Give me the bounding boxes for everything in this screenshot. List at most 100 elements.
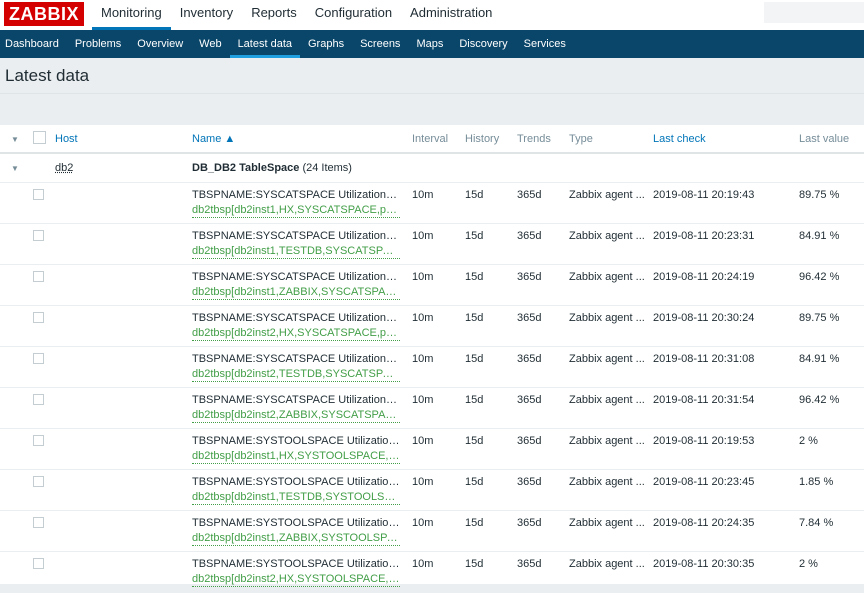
table-row: TBSPNAME:SYSCATSPACE Utilization on I...…	[0, 387, 864, 429]
table-row: TBSPNAME:SYSCATSPACE Utilization on I...…	[0, 305, 864, 347]
item-trends: 365d	[517, 435, 542, 447]
global-search-input[interactable]	[764, 2, 864, 23]
menu-reports[interactable]: Reports	[242, 0, 306, 30]
item-type: Zabbix agent ...	[569, 517, 645, 529]
row-checkbox[interactable]	[33, 312, 44, 323]
item-history: 15d	[465, 189, 484, 201]
item-key: db2tbsp[db2inst2,HX,SYSCATSPACE,pused]	[192, 327, 400, 341]
host-link[interactable]: db2	[55, 162, 73, 174]
item-trends: 365d	[517, 517, 542, 529]
table-header-row: ▼ Host Name ▲ Interval History Trends Ty…	[0, 125, 864, 154]
row-checkbox[interactable]	[33, 517, 44, 528]
menu-monitoring[interactable]: Monitoring	[92, 0, 171, 30]
row-checkbox[interactable]	[33, 435, 44, 446]
item-type: Zabbix agent ...	[569, 271, 645, 283]
table-row: TBSPNAME:SYSCATSPACE Utilization on I...…	[0, 223, 864, 265]
submenu-problems[interactable]: Problems	[67, 30, 129, 58]
select-all-checkbox[interactable]	[33, 130, 46, 144]
row-checkbox[interactable]	[33, 189, 44, 200]
item-key: db2tbsp[db2inst1,ZABBIX,SYSCATSPACE,...	[192, 286, 400, 300]
latest-data-table: ▼ Host Name ▲ Interval History Trends Ty…	[0, 125, 864, 593]
item-name[interactable]: TBSPNAME:SYSTOOLSPACE Utilization o...	[192, 435, 400, 447]
item-last-value: 96.42 %	[799, 271, 840, 283]
item-type: Zabbix agent ...	[569, 189, 645, 201]
item-interval: 10m	[412, 353, 434, 365]
item-trends: 365d	[517, 353, 542, 365]
item-type: Zabbix agent ...	[569, 558, 645, 570]
item-last-value: 84.91 %	[799, 230, 840, 242]
submenu-graphs[interactable]: Graphs	[300, 30, 352, 58]
item-last-value: 96.42 %	[799, 394, 840, 406]
item-last-check: 2019-08-11 20:24:19	[653, 271, 755, 283]
item-name[interactable]: TBSPNAME:SYSCATSPACE Utilization on I...	[192, 312, 400, 324]
item-name[interactable]: TBSPNAME:SYSCATSPACE Utilization on I...	[192, 271, 400, 283]
submenu-screens[interactable]: Screens	[352, 30, 408, 58]
item-type: Zabbix agent ...	[569, 312, 645, 324]
submenu-overview[interactable]: Overview	[129, 30, 191, 58]
top-bar: ZABBIX Monitoring Inventory Reports Conf…	[0, 0, 864, 30]
item-key: db2tbsp[db2inst1,TESTDB,SYSTOOLSPAC...	[192, 491, 400, 505]
row-checkbox[interactable]	[33, 394, 44, 405]
table-row: TBSPNAME:SYSCATSPACE Utilization on I...…	[0, 346, 864, 388]
item-last-check: 2019-08-11 20:31:08	[653, 353, 755, 365]
submenu-discovery[interactable]: Discovery	[451, 30, 515, 58]
item-interval: 10m	[412, 558, 434, 570]
submenu-services[interactable]: Services	[516, 30, 574, 58]
table-row: TBSPNAME:SYSCATSPACE Utilization on I...…	[0, 264, 864, 306]
column-type: Type	[569, 125, 653, 154]
item-last-check: 2019-08-11 20:24:35	[653, 517, 755, 529]
item-name[interactable]: TBSPNAME:SYSTOOLSPACE Utilization o...	[192, 476, 400, 488]
item-last-value: 89.75 %	[799, 312, 840, 324]
item-name[interactable]: TBSPNAME:SYSCATSPACE Utilization on I...	[192, 230, 400, 242]
column-trends: Trends	[517, 125, 569, 154]
row-checkbox[interactable]	[33, 476, 44, 487]
page-title: Latest data	[5, 66, 90, 85]
title-divider	[0, 93, 864, 94]
item-name[interactable]: TBSPNAME:SYSCATSPACE Utilization on I...	[192, 353, 400, 365]
item-key: db2tbsp[db2inst1,HX,SYSTOOLSPACE,pus...	[192, 450, 400, 464]
item-interval: 10m	[412, 517, 434, 529]
item-name[interactable]: TBSPNAME:SYSCATSPACE Utilization on I...	[192, 189, 400, 201]
row-checkbox[interactable]	[33, 558, 44, 569]
item-last-check: 2019-08-11 20:19:43	[653, 189, 755, 201]
item-name[interactable]: TBSPNAME:SYSCATSPACE Utilization on I...	[192, 394, 400, 406]
menu-administration[interactable]: Administration	[401, 0, 501, 30]
item-trends: 365d	[517, 476, 542, 488]
item-trends: 365d	[517, 394, 542, 406]
item-last-check: 2019-08-11 20:30:24	[653, 312, 755, 324]
submenu-maps[interactable]: Maps	[408, 30, 451, 58]
menu-inventory[interactable]: Inventory	[171, 0, 242, 30]
item-trends: 365d	[517, 189, 542, 201]
main-menu: Monitoring Inventory Reports Configurati…	[92, 0, 501, 30]
submenu-latest-data[interactable]: Latest data	[229, 30, 300, 58]
column-last-check[interactable]: Last check	[653, 125, 799, 154]
column-host[interactable]: Host	[55, 125, 192, 154]
submenu-web[interactable]: Web	[191, 30, 229, 58]
item-last-value: 7.84 %	[799, 517, 834, 529]
column-name[interactable]: Name ▲	[192, 125, 412, 154]
menu-configuration[interactable]: Configuration	[306, 0, 401, 30]
item-key: db2tbsp[db2inst1,TESTDB,SYSCATSPACE,...	[192, 245, 400, 259]
item-history: 15d	[465, 558, 484, 570]
item-last-check: 2019-08-11 20:23:31	[653, 230, 755, 242]
submenu-dashboard[interactable]: Dashboard	[0, 30, 67, 58]
item-name[interactable]: TBSPNAME:SYSTOOLSPACE Utilization o...	[192, 558, 400, 570]
row-checkbox[interactable]	[33, 230, 44, 241]
table-row: TBSPNAME:SYSTOOLSPACE Utilization o... db…	[0, 510, 864, 552]
column-interval: Interval	[412, 125, 465, 154]
column-last-value: Last value	[799, 125, 864, 154]
item-trends: 365d	[517, 558, 542, 570]
item-history: 15d	[465, 517, 484, 529]
collapse-all-icon[interactable]: ▼	[11, 135, 19, 144]
item-interval: 10m	[412, 394, 434, 406]
item-interval: 10m	[412, 230, 434, 242]
item-key: db2tbsp[db2inst2,ZABBIX,SYSCATSPACE,...	[192, 409, 400, 423]
zabbix-logo[interactable]: ZABBIX	[4, 2, 84, 26]
row-checkbox[interactable]	[33, 271, 44, 282]
row-checkbox[interactable]	[33, 353, 44, 364]
item-last-check: 2019-08-11 20:31:54	[653, 394, 755, 406]
item-trends: 365d	[517, 271, 542, 283]
item-name[interactable]: TBSPNAME:SYSTOOLSPACE Utilization o...	[192, 517, 400, 529]
item-key: db2tbsp[db2inst1,ZABBIX,SYSTOOLSPAC...	[192, 532, 400, 546]
collapse-group-icon[interactable]: ▼	[11, 164, 19, 173]
